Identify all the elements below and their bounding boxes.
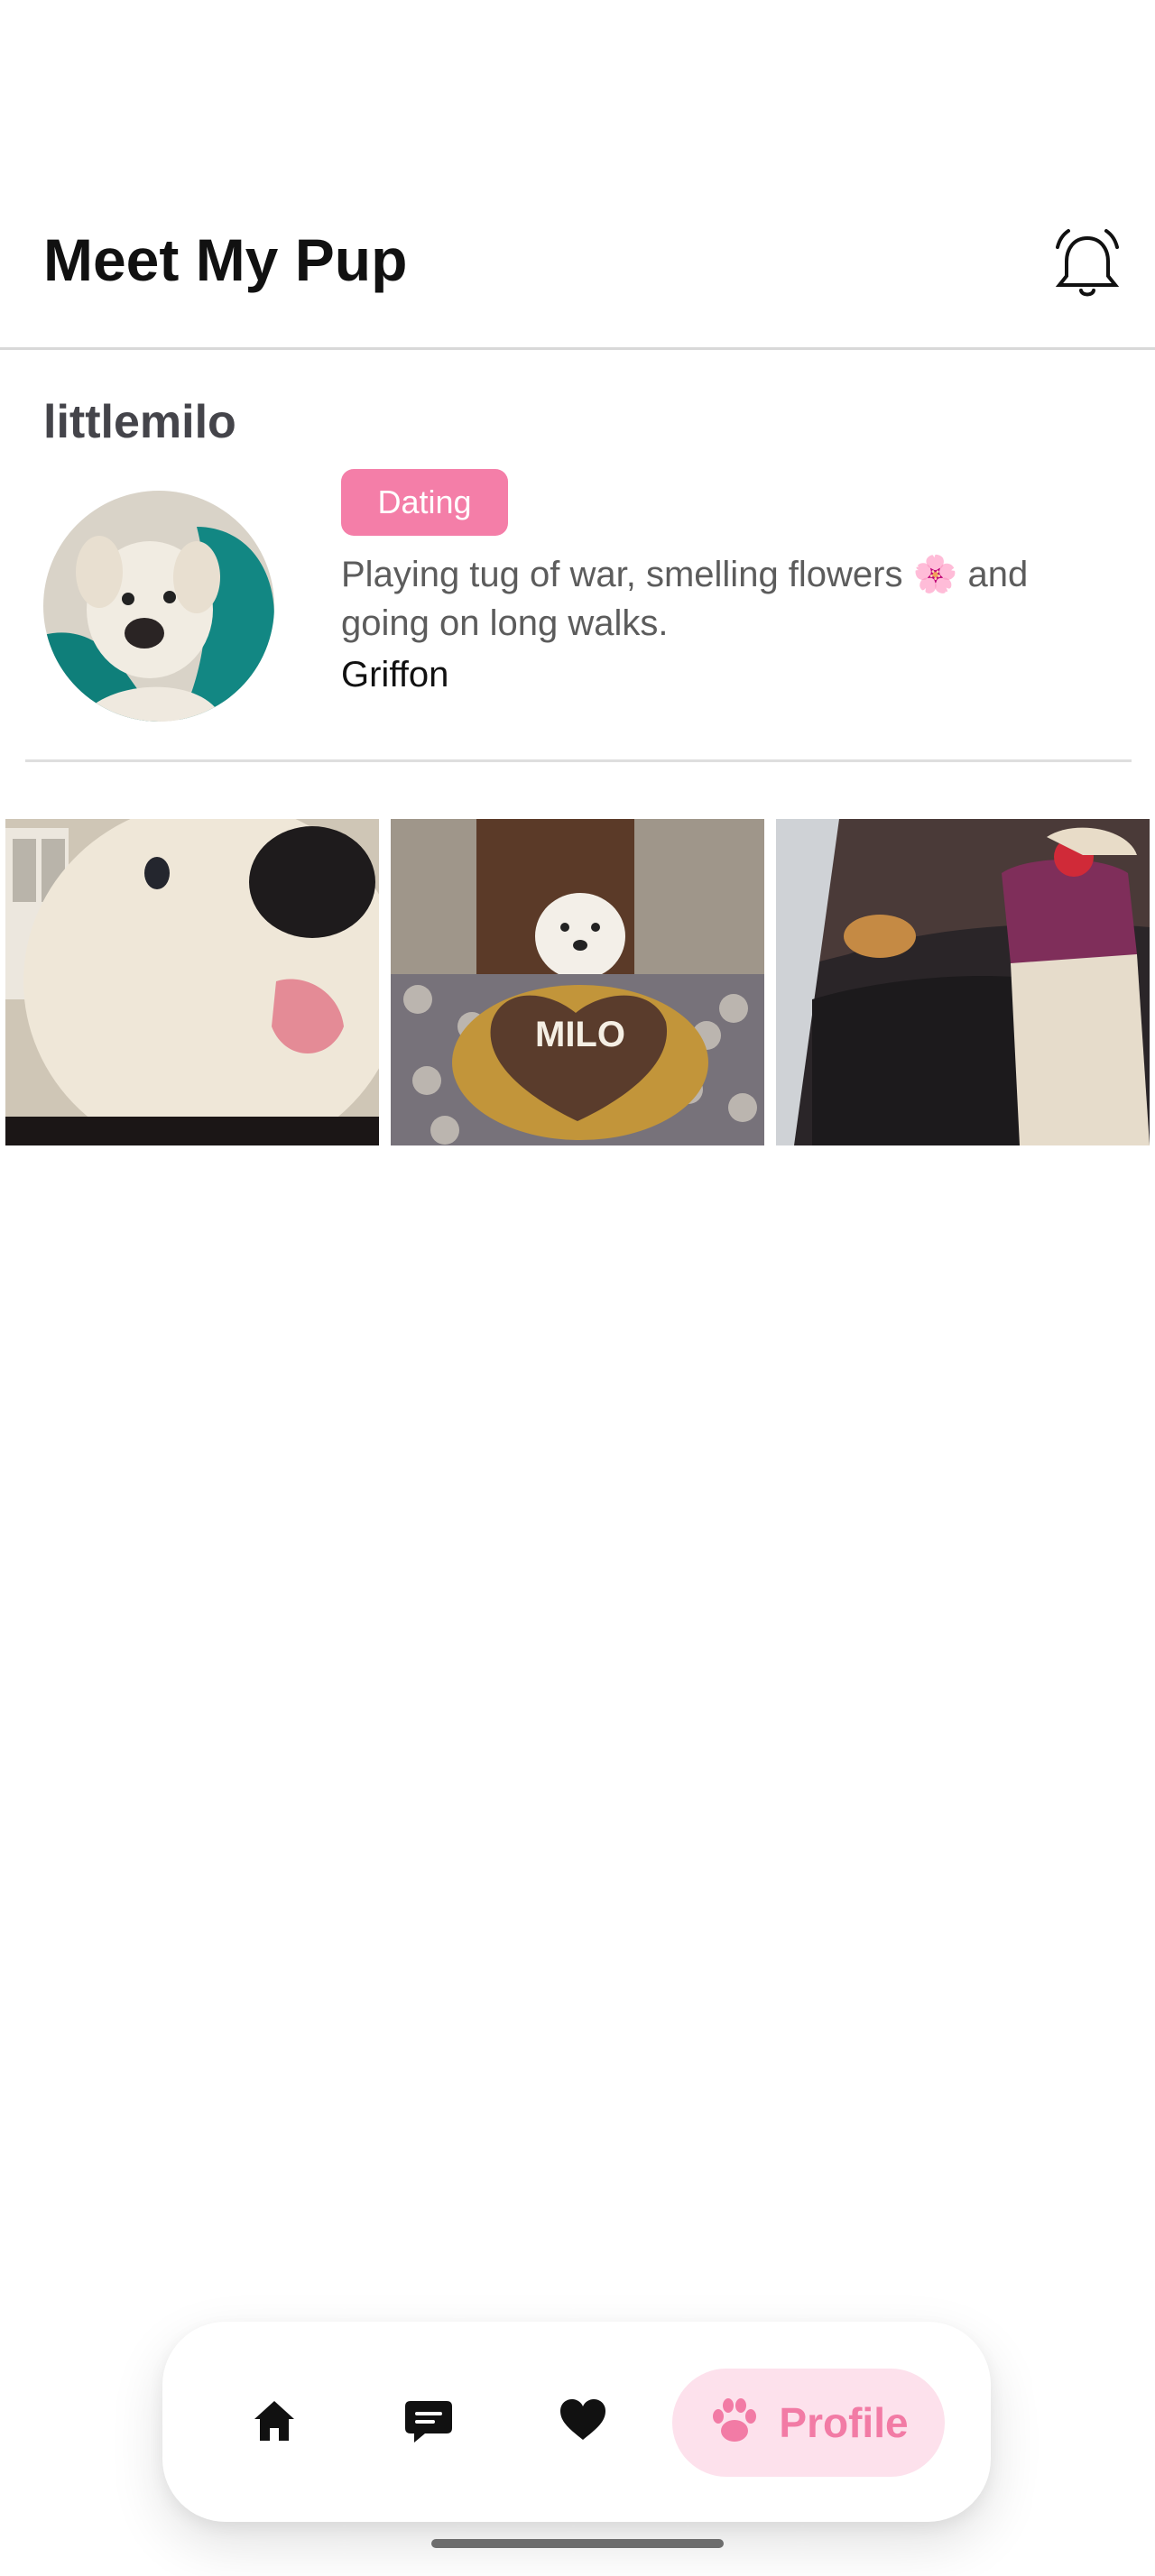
car-hoodie-photo[interactable] xyxy=(776,819,1150,1145)
chat-icon[interactable] xyxy=(393,2385,465,2457)
birthday-cake-photo[interactable]: MILO xyxy=(391,819,764,1145)
app-header: Meet My Pup xyxy=(0,207,1155,348)
username: littlemilo xyxy=(43,396,236,448)
tab-profile-label: Profile xyxy=(779,2399,909,2446)
home-indicator xyxy=(431,2539,724,2548)
pet-breed: Griffon xyxy=(341,655,449,695)
heart-icon[interactable] xyxy=(547,2385,619,2457)
pet-profile: littlemilo Dating Playing tug of war, sm… xyxy=(0,350,1155,765)
avatar[interactable] xyxy=(43,491,274,722)
photo-gallery: MILO xyxy=(0,819,1155,1145)
cake-text: MILO xyxy=(535,1015,625,1054)
dog-closeup-photo[interactable] xyxy=(5,819,379,1145)
pet-bio: Playing tug of war, smelling flowers 🌸 a… xyxy=(341,555,1029,643)
page-title: Meet My Pup xyxy=(43,226,408,293)
bottom-navigation: Profile xyxy=(162,2322,991,2522)
status-badge: Dating xyxy=(341,469,508,536)
paw-icon xyxy=(708,2395,761,2452)
profile-divider xyxy=(25,759,1132,762)
home-icon[interactable] xyxy=(238,2385,310,2457)
bell-icon[interactable] xyxy=(1047,225,1128,307)
tab-profile[interactable]: Profile xyxy=(672,2369,945,2477)
